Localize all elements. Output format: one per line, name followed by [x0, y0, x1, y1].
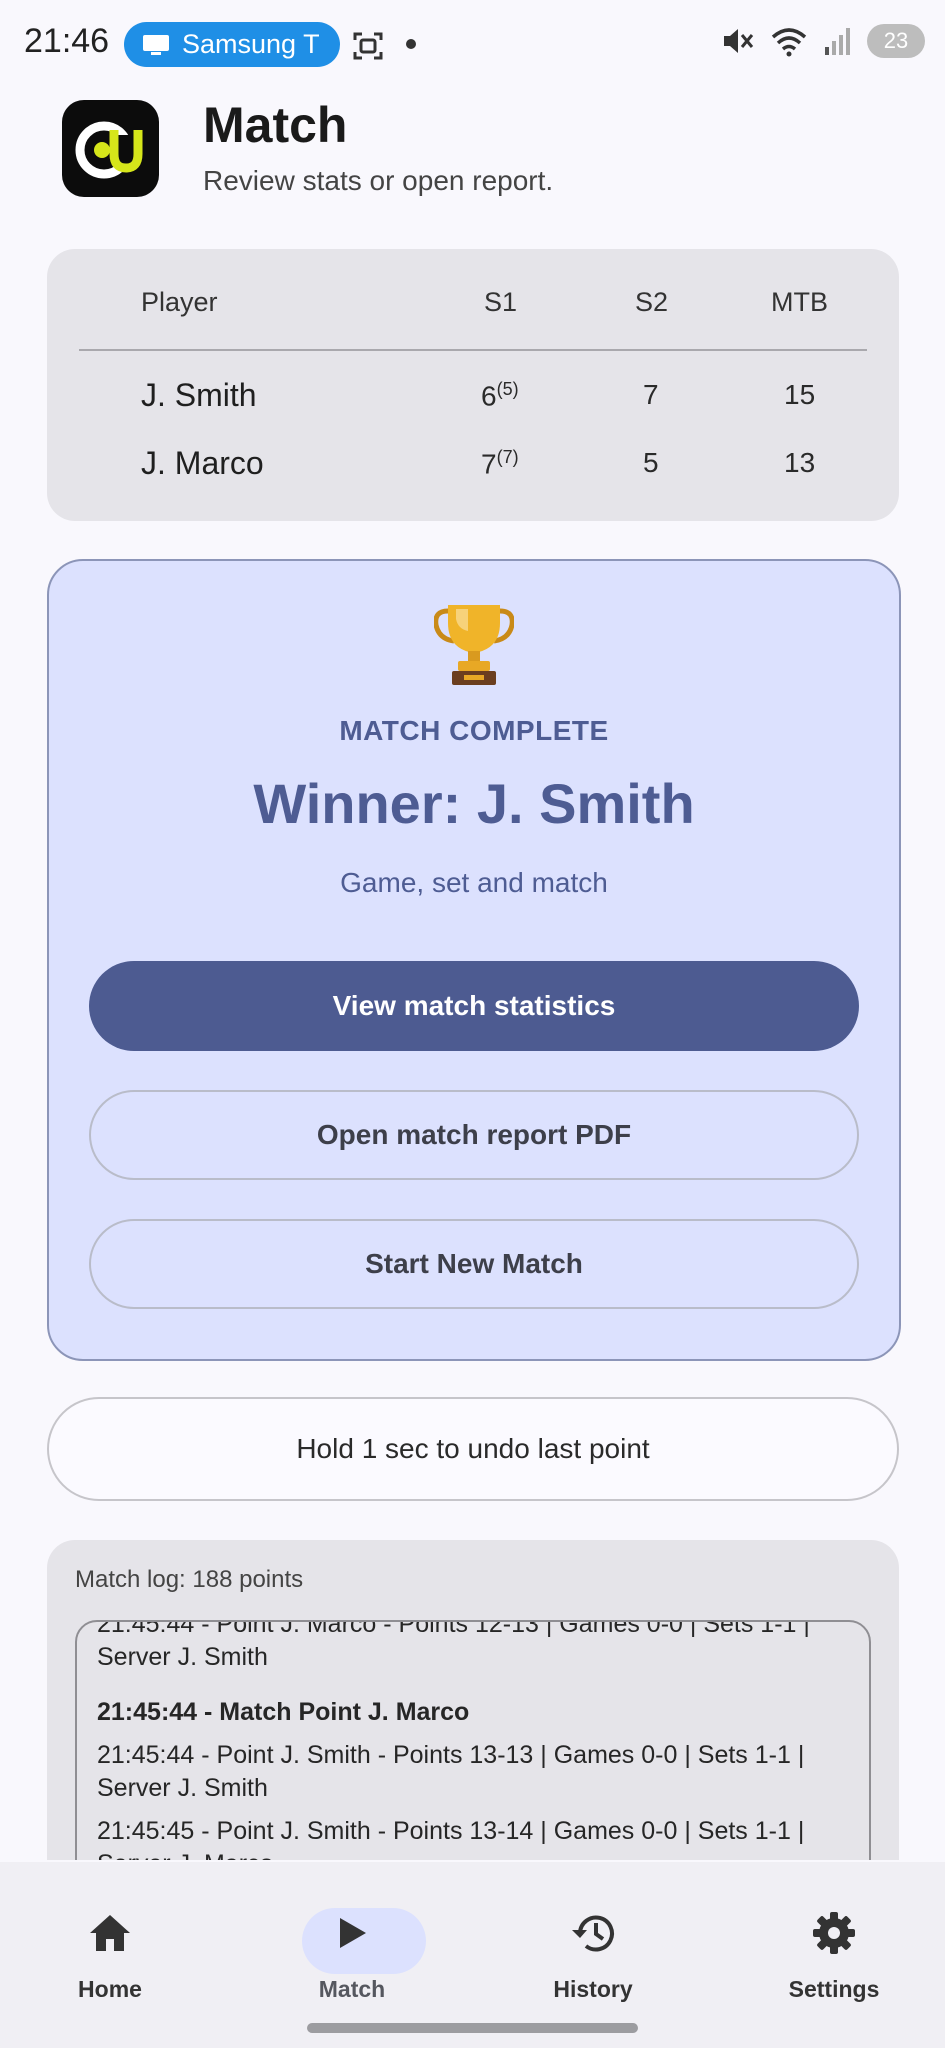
mute-icon	[724, 29, 754, 53]
cast-label: Samsung T	[182, 29, 320, 59]
bottom-navigation: Home Match History Settings	[0, 1862, 945, 2048]
nav-history-label: History	[553, 1976, 633, 2002]
match-log-list[interactable]: 21:45:44 - Point J. Marco - Points 12-13…	[75, 1620, 871, 1860]
signal-icon	[825, 28, 850, 55]
tiebreak-score: (7)	[496, 447, 519, 467]
page-subtitle: Review stats or open report.	[203, 165, 554, 196]
battery-level: 23	[883, 28, 909, 53]
set1-score: 7(7)	[481, 447, 519, 480]
gear-icon	[813, 1912, 855, 1954]
column-player: Player	[141, 287, 218, 317]
scoreboard: Player S1 S2 MTB J. Smith 6(5) 7 15 J. M…	[47, 249, 899, 521]
nav-home-label: Home	[78, 1976, 142, 2002]
undo-last-point-button[interactable]: Hold 1 sec to undo last point	[47, 1397, 899, 1501]
cast-icon	[143, 34, 169, 55]
trophy-icon	[49, 601, 899, 692]
notification-dot	[406, 39, 416, 49]
nav-home[interactable]: Home	[10, 1884, 210, 2003]
player-name: J. Smith	[141, 377, 257, 413]
status-time: 21:46	[24, 22, 110, 60]
start-new-match-button[interactable]: Start New Match	[89, 1219, 859, 1309]
page-title: Match	[203, 97, 348, 153]
app-logo	[62, 100, 159, 197]
home-icon	[90, 1915, 130, 1951]
log-entry: 21:45:44 - Point J. Marco - Points 12-13…	[97, 1620, 810, 1671]
open-report-pdf-button[interactable]: Open match report PDF	[89, 1090, 859, 1180]
view-statistics-button[interactable]: View match statistics	[89, 961, 859, 1051]
nav-match-label: Match	[318, 1976, 386, 2002]
home-indicator[interactable]	[307, 2023, 638, 2033]
match-log: Match log: 188 points 21:45:44 - Point J…	[47, 1540, 899, 1860]
set2-score: 7	[643, 379, 659, 410]
column-s1: S1	[484, 287, 518, 317]
wifi-icon	[771, 28, 807, 57]
nav-history[interactable]: History	[493, 1884, 693, 2003]
tiebreak-score: (5)	[496, 379, 519, 399]
mtb-score: 15	[784, 379, 816, 410]
history-icon	[572, 1915, 614, 1952]
status-bar: 21:46 Samsung T 23	[0, 0, 945, 90]
column-mtb: MTB	[771, 287, 828, 317]
screen-capture-icon	[353, 32, 383, 60]
winner-heading: Winner: J. Smith	[253, 772, 695, 835]
mtb-score: 13	[784, 447, 816, 478]
match-status: MATCH COMPLETE	[339, 715, 609, 746]
battery-icon: 23	[867, 24, 925, 58]
player-name: J. Marco	[141, 445, 264, 481]
nav-settings-label: Settings	[788, 1976, 880, 2002]
nav-match[interactable]: Match	[252, 1884, 452, 2003]
log-entry: 21:45:45 - Point J. Smith - Points 13-14…	[97, 1817, 805, 1860]
set1-score: 6(5)	[481, 379, 519, 412]
match-log-title: Match log: 188 points	[75, 1566, 304, 1593]
column-s2: S2	[635, 287, 669, 317]
match-result-card: MATCH COMPLETE Winner: J. Smith Game, se…	[47, 559, 901, 1361]
log-entry: 21:45:44 - Point J. Smith - Points 13-13…	[97, 1741, 805, 1802]
log-entry: 21:45:44 - Match Point J. Marco	[97, 1698, 470, 1726]
play-icon	[340, 1918, 366, 1948]
set2-score: 5	[643, 447, 659, 478]
scoreboard-divider	[79, 349, 867, 351]
result-caption: Game, set and match	[340, 867, 608, 898]
cast-chip[interactable]: Samsung T	[124, 22, 340, 67]
nav-settings[interactable]: Settings	[734, 1884, 934, 2003]
